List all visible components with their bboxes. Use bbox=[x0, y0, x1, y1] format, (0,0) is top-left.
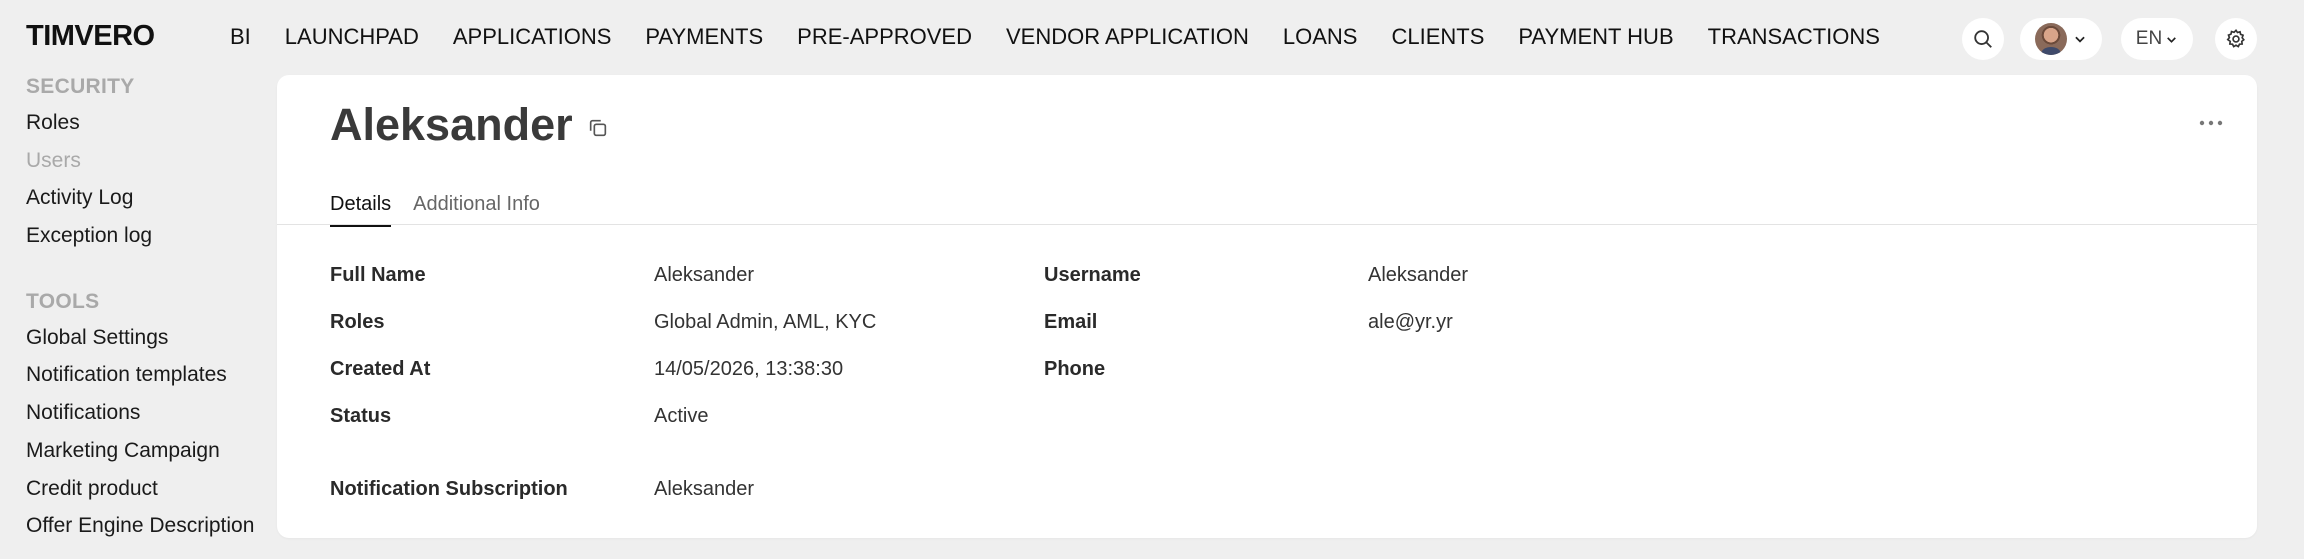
field-label-roles: Roles bbox=[330, 311, 385, 333]
copy-icon[interactable] bbox=[587, 117, 609, 139]
tab-divider bbox=[277, 224, 2257, 225]
nav-item-launchpad[interactable]: LAUNCHPAD bbox=[285, 24, 419, 50]
avatar bbox=[2035, 23, 2067, 55]
sidebar-item-users[interactable]: Users bbox=[26, 142, 266, 180]
sidebar-item-exception-log[interactable]: Exception log bbox=[26, 217, 266, 255]
field-label-username: Username bbox=[1044, 264, 1141, 286]
field-value-created-at: 14/05/2026, 13:38:30 bbox=[654, 358, 844, 380]
nav-item-bi[interactable]: BI bbox=[230, 24, 251, 50]
top-bar: TIMVERO BI LAUNCHPAD APPLICATIONS PAYMEN… bbox=[0, 0, 2304, 74]
sidebar: SECURITY Roles Users Activity Log Except… bbox=[26, 70, 266, 545]
sidebar-item-credit-product[interactable]: Credit product bbox=[26, 470, 266, 508]
main-nav: BI LAUNCHPAD APPLICATIONS PAYMENTS PRE-A… bbox=[230, 0, 1914, 74]
field-value-full-name: Aleksander bbox=[654, 264, 755, 286]
nav-item-loans[interactable]: LOANS bbox=[1283, 24, 1358, 50]
field-label-created-at: Created At bbox=[330, 358, 431, 380]
sidebar-item-offer-engine-description[interactable]: Offer Engine Description bbox=[26, 507, 266, 545]
nav-item-clients[interactable]: CLIENTS bbox=[1391, 24, 1484, 50]
field-label-notification-subscription: Notification Subscription bbox=[330, 478, 568, 500]
sidebar-heading-tools: TOOLS bbox=[26, 289, 100, 313]
field-label-status: Status bbox=[330, 405, 392, 427]
sidebar-heading-security: SECURITY bbox=[26, 75, 135, 98]
sidebar-item-notifications[interactable]: Notifications bbox=[26, 394, 266, 432]
detail-tabs: Details Additional Info bbox=[330, 193, 562, 227]
field-value-notification-subscription: Aleksander bbox=[654, 478, 755, 500]
field-label-full-name: Full Name bbox=[330, 264, 426, 286]
field-value-status: Active bbox=[654, 405, 709, 427]
nav-item-payments[interactable]: PAYMENTS bbox=[645, 24, 763, 50]
language-selector[interactable]: EN bbox=[2121, 18, 2193, 60]
search-icon bbox=[1974, 30, 1992, 48]
app-logo[interactable]: TIMVERO bbox=[26, 20, 155, 53]
more-options-icon[interactable] bbox=[2199, 119, 2223, 127]
sidebar-item-notification-templates[interactable]: Notification templates bbox=[26, 356, 266, 394]
chevron-down-icon bbox=[2075, 36, 2085, 43]
tab-details[interactable]: Details bbox=[330, 193, 392, 227]
sidebar-item-activity-log[interactable]: Activity Log bbox=[26, 179, 266, 217]
sidebar-item-roles[interactable]: Roles bbox=[26, 104, 266, 142]
nav-item-payment-hub[interactable]: PAYMENT HUB bbox=[1518, 24, 1673, 50]
sidebar-item-global-settings[interactable]: Global Settings bbox=[26, 319, 266, 357]
nav-item-pre-approved[interactable]: PRE-APPROVED bbox=[797, 24, 972, 50]
nav-item-transactions[interactable]: TRANSACTIONS bbox=[1708, 24, 1880, 50]
nav-item-applications[interactable]: APPLICATIONS bbox=[453, 24, 612, 50]
settings-button[interactable] bbox=[2215, 18, 2257, 60]
field-label-phone: Phone bbox=[1044, 358, 1106, 380]
user-detail-card: Aleksander Details Additional Info Full … bbox=[277, 75, 2257, 538]
field-value-email: ale@yr.yr bbox=[1368, 311, 1453, 333]
page-title: Aleksander bbox=[330, 99, 573, 150]
tab-additional-info[interactable]: Additional Info bbox=[413, 193, 540, 227]
field-value-username: Aleksander bbox=[1368, 264, 1469, 286]
user-menu[interactable] bbox=[2020, 18, 2102, 60]
field-label-email: Email bbox=[1044, 311, 1098, 333]
field-value-roles: Global Admin, AML, KYC bbox=[654, 311, 877, 333]
language-label: EN bbox=[2135, 28, 2163, 49]
nav-item-vendor-application[interactable]: VENDOR APPLICATION bbox=[1006, 24, 1249, 50]
gear-icon bbox=[2226, 28, 2245, 48]
sidebar-item-marketing-campaign[interactable]: Marketing Campaign bbox=[26, 432, 266, 470]
chevron-down-icon bbox=[2167, 36, 2177, 43]
search-button[interactable] bbox=[1962, 18, 2004, 60]
